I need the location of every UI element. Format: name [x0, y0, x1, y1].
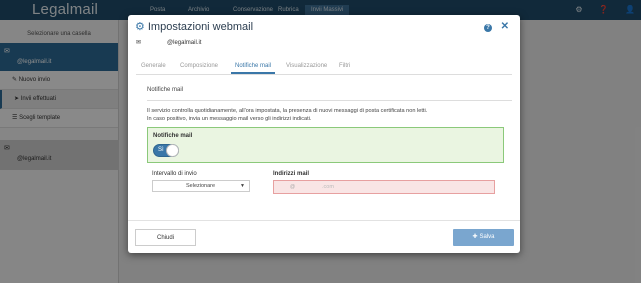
tab-composizione[interactable]: Composizione	[180, 63, 218, 69]
interval-select[interactable]: Selezionare ▼	[152, 180, 250, 192]
footer-divider	[128, 220, 520, 221]
address-label: Indirizzi mail	[273, 171, 310, 177]
close-button[interactable]: Chiudi	[135, 229, 196, 246]
toggle-label: Sì	[158, 147, 164, 153]
toggle-knob	[166, 144, 179, 157]
description-line: Il servizio controlla quotidianamente, a…	[147, 108, 428, 114]
modal-title-text: Impostazioni webmail	[147, 21, 254, 33]
save-icon: ✚	[472, 234, 478, 240]
caret-down-icon: ▼	[240, 183, 245, 189]
help-icon[interactable]: ?	[484, 24, 492, 32]
gear-icon: ⚙	[135, 21, 145, 33]
notify-label: Notifiche mail	[153, 133, 193, 139]
interval-value: Selezionare	[186, 183, 216, 189]
account-address: @legalmail.it	[167, 40, 202, 46]
address-input[interactable]: @ .com	[273, 180, 495, 194]
tab-notifiche-mail[interactable]: Notifiche mail	[231, 61, 276, 74]
notify-toggle[interactable]: Sì	[153, 144, 179, 157]
tab-generale[interactable]: Generale	[141, 63, 166, 69]
envelope-icon: ✉	[136, 40, 142, 46]
section-divider	[147, 100, 512, 101]
tab-visualizzazione[interactable]: Visualizzazione	[286, 63, 327, 69]
tab-filtri[interactable]: Filtri	[339, 63, 350, 69]
modal-title: ⚙ Impostazioni webmail	[135, 20, 253, 33]
save-label: Salva	[479, 234, 495, 240]
section-description: Il servizio controlla quotidianamente, a…	[147, 107, 507, 123]
settings-modal: ⚙ Impostazioni webmail ? ✕ ✉ @legalmail.it…	[128, 15, 520, 253]
notify-panel: Notifiche mail Sì	[147, 127, 504, 163]
address-domain: .com	[322, 184, 334, 190]
interval-label: Intervallo di invio	[152, 171, 197, 177]
settings-tabs: Generale Composizione Notifiche mail Vis…	[136, 61, 512, 75]
section-title: Notifiche mail	[147, 87, 184, 93]
close-icon[interactable]: ✕	[501, 21, 509, 32]
at-icon: @	[290, 184, 296, 190]
description-line: In caso positivo, invia un messaggio mai…	[147, 116, 312, 122]
account-row: ✉ @legalmail.it	[136, 39, 201, 46]
save-button[interactable]: ✚ Salva	[453, 229, 514, 246]
